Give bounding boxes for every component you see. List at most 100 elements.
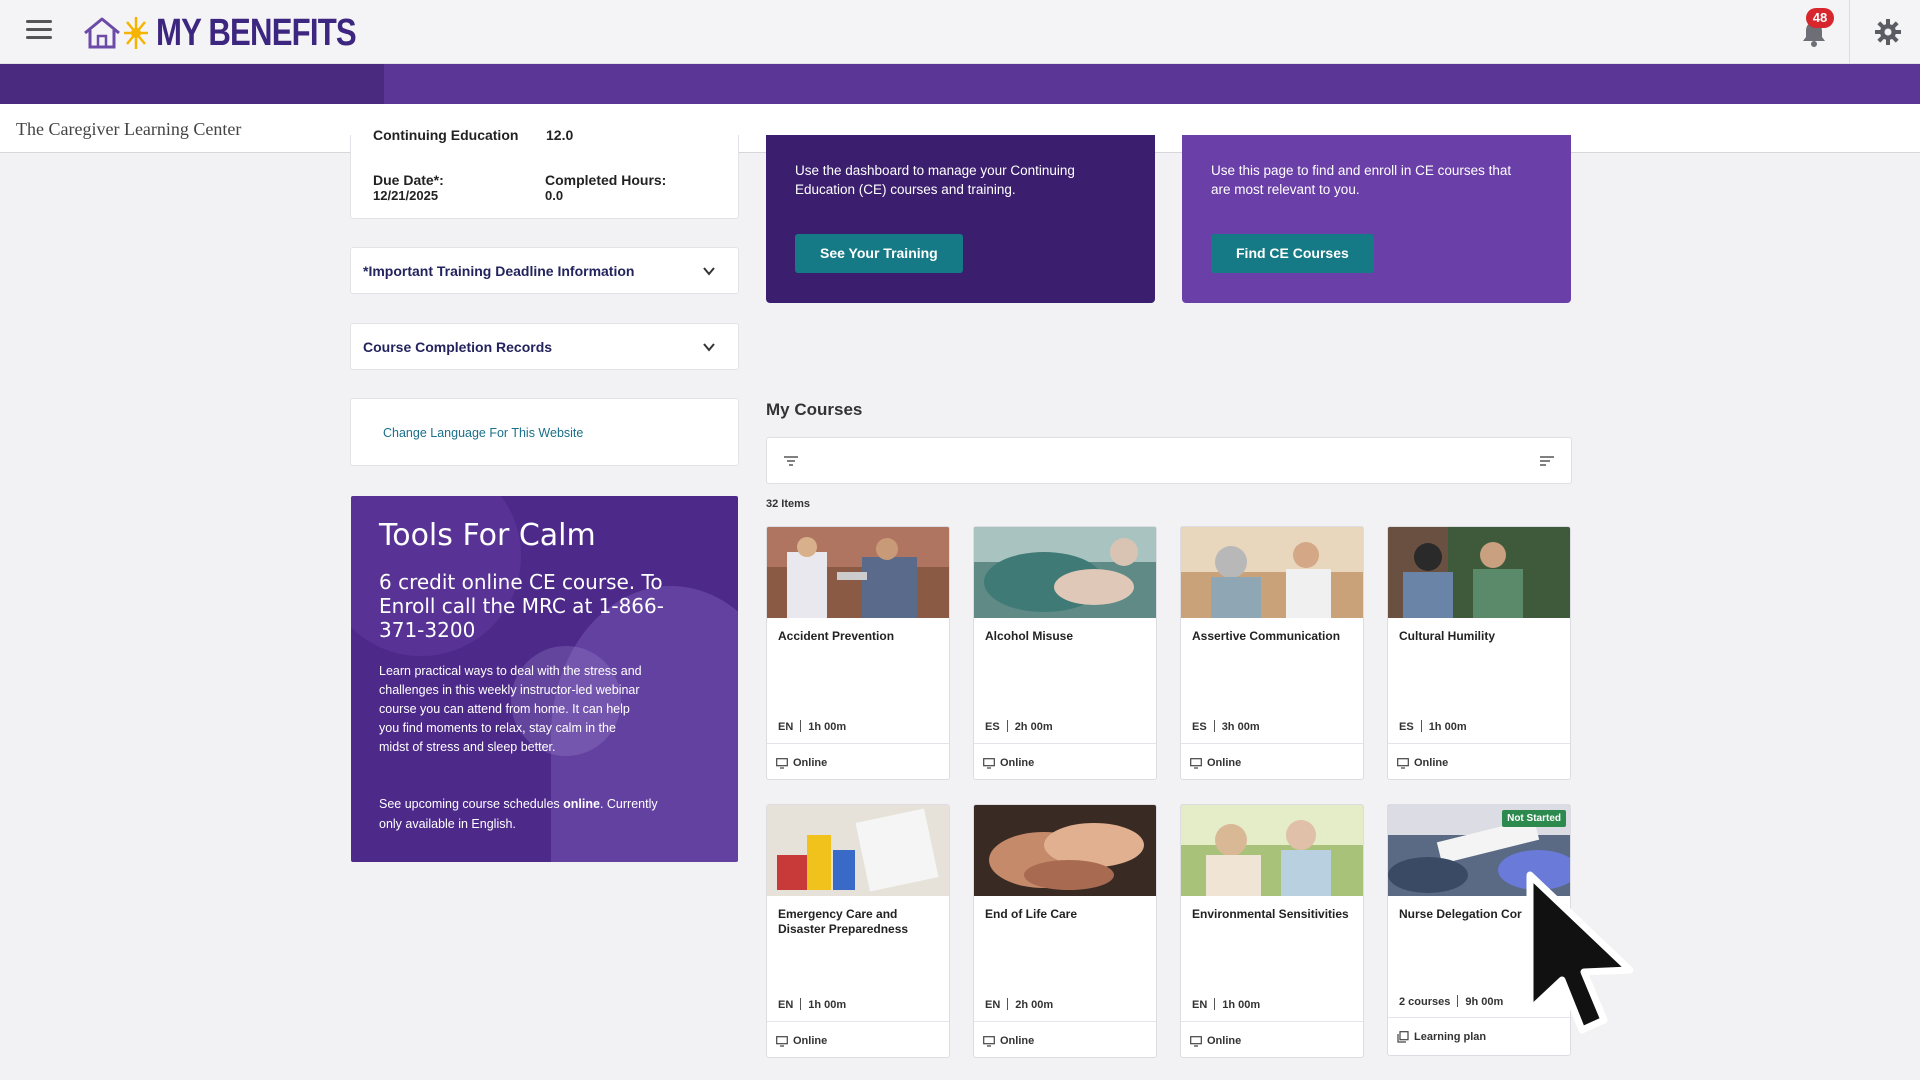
sun-icon (124, 17, 148, 49)
course-title: Emergency Care and Disaster Preparedness (778, 907, 909, 936)
course-mode: Online (1190, 757, 1241, 769)
monitor-icon (776, 757, 788, 769)
my-benefits-logo[interactable]: MY BENEFITS (82, 10, 400, 56)
course-card[interactable]: Accident Prevention EN 1h 00m Online (766, 526, 950, 780)
items-count: 32 Items (766, 498, 811, 510)
course-title: Accident Prevention (778, 629, 895, 643)
notification-count-badge: 48 (1806, 8, 1834, 28)
course-card[interactable]: Assertive Communication ES 3h 00m Online (1180, 526, 1364, 780)
course-duration: 1h 00m (1222, 999, 1261, 1011)
sort-icon[interactable] (1539, 454, 1555, 468)
chevron-down-icon (703, 343, 715, 352)
course-mode-label: Online (1000, 757, 1035, 769)
completed-hours-label: Completed Hours: (545, 172, 667, 188)
purple-banner-left (0, 64, 384, 104)
course-duration: 2h 00m (1014, 721, 1053, 733)
mouse-cursor-icon (1526, 871, 1634, 1034)
course-meta: EN 1h 00m (1192, 998, 1260, 1011)
course-card[interactable]: Emergency Care and Disaster Preparedness… (766, 804, 950, 1058)
course-mode-label: Online (1207, 757, 1242, 769)
language-card: Change Language For This Website (350, 398, 739, 466)
accordion-title: *Important Training Deadline Information (363, 263, 635, 279)
monitor-icon (983, 1035, 995, 1047)
course-meta: EN 2h 00m (985, 998, 1053, 1011)
course-mode: Online (983, 1035, 1034, 1047)
course-card[interactable]: End of Life Care EN 2h 00m Online (973, 804, 1157, 1058)
ce-summary-card: Continuing Education 12.0 Due Date*: 12/… (350, 127, 739, 219)
tools-for-calm-promo[interactable]: Tools For Calm 6 credit online CE course… (351, 496, 738, 862)
course-card[interactable]: Alcohol Misuse ES 2h 00m Online (973, 526, 1157, 780)
course-language: ES (985, 721, 1000, 733)
course-duration: 1h 00m (1428, 721, 1467, 733)
course-meta: EN 1h 00m (778, 998, 846, 1011)
course-mode: Online (776, 757, 827, 769)
completed-hours-value: 0.0 (545, 188, 564, 203)
course-duration: 9h 00m (1465, 996, 1504, 1008)
course-card[interactable]: Environmental Sensitivities EN 1h 00m Onl… (1180, 804, 1364, 1058)
course-thumbnail (1388, 527, 1570, 618)
course-thumbnail (767, 805, 949, 896)
find-courses-card: Use this page to find and enroll in CE c… (1182, 135, 1571, 303)
promo-footer-text: See upcoming course schedules (379, 797, 564, 811)
learning-plan-icon (1397, 1031, 1409, 1043)
header-divider (1849, 0, 1850, 64)
settings-gear-icon[interactable] (1874, 18, 1902, 46)
course-title: Assertive Communication (1192, 629, 1341, 643)
course-title: Cultural Humility (1399, 629, 1496, 643)
find-ce-courses-button[interactable]: Find CE Courses (1211, 234, 1374, 273)
monitor-icon (983, 757, 995, 769)
see-your-training-button[interactable]: See Your Training (795, 234, 963, 273)
course-mode-label: Online (1414, 757, 1449, 769)
course-language: EN (985, 999, 1001, 1011)
course-duration: 1h 00m (808, 999, 847, 1011)
course-meta: EN 1h 00m (778, 720, 846, 733)
due-date-label: Due Date*: (373, 172, 444, 188)
my-courses-title: My Courses (766, 400, 863, 419)
course-thumbnail (1181, 805, 1363, 896)
promo-body: Learn practical ways to deal with the st… (379, 664, 642, 754)
course-thumbnail (767, 527, 949, 618)
course-thumbnail (1181, 527, 1363, 618)
change-language-link[interactable]: Change Language For This Website (383, 426, 583, 440)
course-language: EN (1192, 999, 1208, 1011)
accordion-completion-records[interactable]: Course Completion Records (350, 323, 739, 370)
course-title: Alcohol Misuse (985, 629, 1074, 643)
monitor-icon (1190, 757, 1202, 769)
training-dashboard-card: Use the dashboard to manage your Continu… (766, 135, 1155, 303)
course-mode-label: Online (1207, 1035, 1242, 1047)
home-icon (84, 17, 120, 49)
course-meta: ES 2h 00m (985, 720, 1053, 733)
course-language: ES (1192, 721, 1207, 733)
course-thumbnail (974, 527, 1156, 618)
course-mode: Learning plan (1397, 1031, 1486, 1043)
promo-title: Tools For Calm (379, 518, 596, 553)
menu-icon[interactable] (26, 20, 52, 42)
course-filter-bar (766, 437, 1572, 484)
course-duration: 2h 00m (1015, 999, 1054, 1011)
course-title: End of Life Care (985, 907, 1078, 921)
top-header: MY BENEFITS 48 (0, 0, 1920, 64)
course-duration: 3h 00m (1221, 721, 1260, 733)
course-mode-label: Learning plan (1414, 1031, 1487, 1043)
monitor-icon (1397, 757, 1409, 769)
course-meta: 2 courses 9h 00m (1399, 995, 1503, 1008)
course-meta: ES 3h 00m (1192, 720, 1260, 733)
accordion-training-deadline[interactable]: *Important Training Deadline Information (350, 247, 739, 294)
course-language: EN (778, 721, 794, 733)
course-mode-label: Online (793, 1035, 828, 1047)
monitor-icon (1190, 1035, 1202, 1047)
course-card[interactable]: Cultural Humility ES 1h 00m Online (1387, 526, 1571, 780)
ce-partial-label: Continuing Education (373, 127, 519, 143)
logo-text: MY BENEFITS (156, 11, 357, 54)
course-mode: Online (983, 757, 1034, 769)
accordion-title: Course Completion Records (363, 339, 553, 355)
course-mode-label: Online (1000, 1035, 1035, 1047)
online-link[interactable]: online (563, 797, 600, 811)
course-title: Environmental Sensitivities (1192, 907, 1349, 921)
promo-footer: See upcoming course schedules online. Cu… (379, 794, 669, 834)
course-language: EN (778, 999, 794, 1011)
page-title: The Caregiver Learning Center (16, 119, 242, 139)
filter-icon[interactable] (783, 454, 799, 468)
chevron-down-icon (703, 267, 715, 276)
course-duration: 1h 00m (808, 721, 847, 733)
